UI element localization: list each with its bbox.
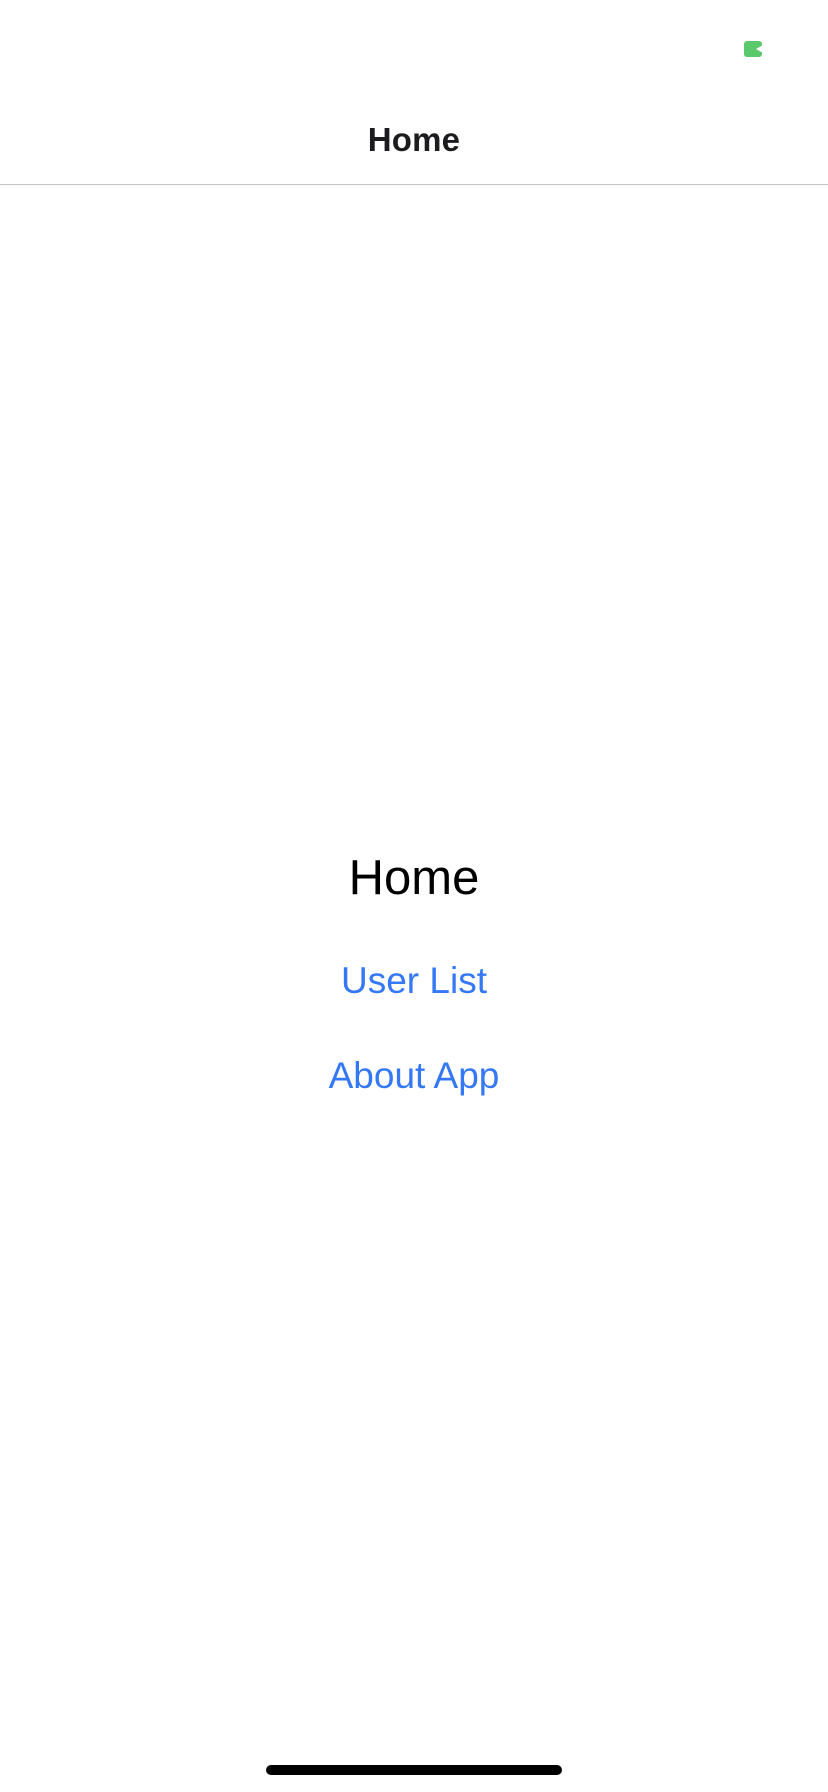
- nav-title: Home: [367, 121, 461, 158]
- status-bar: [0, 0, 828, 96]
- about-app-link[interactable]: About App: [0, 1055, 828, 1097]
- battery-icon: [744, 41, 763, 57]
- page-heading: Home: [348, 851, 480, 905]
- user-list-link[interactable]: User List: [0, 960, 828, 1002]
- home-indicator[interactable]: [266, 1765, 562, 1775]
- battery-notch: [756, 45, 763, 53]
- main-content: Home User List About App: [0, 185, 828, 1745]
- navigation-bar: Home: [0, 96, 828, 185]
